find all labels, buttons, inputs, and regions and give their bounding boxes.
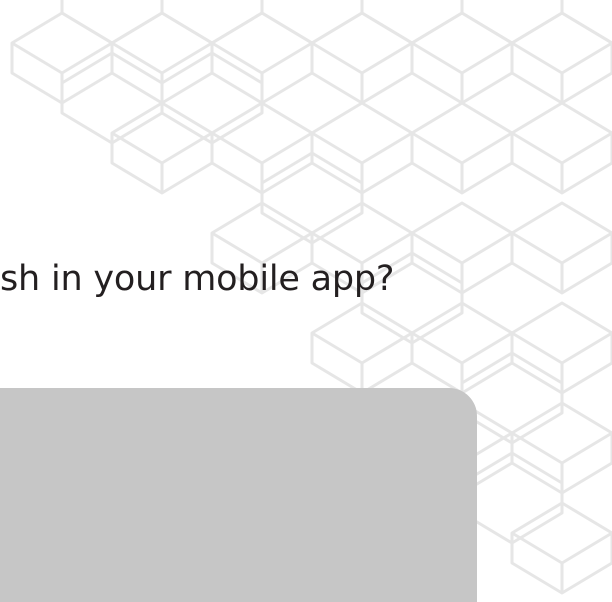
- slide: sh in your mobile app?: [0, 0, 612, 602]
- question-text: sh in your mobile app?: [0, 259, 395, 299]
- answer-panel: [0, 388, 477, 602]
